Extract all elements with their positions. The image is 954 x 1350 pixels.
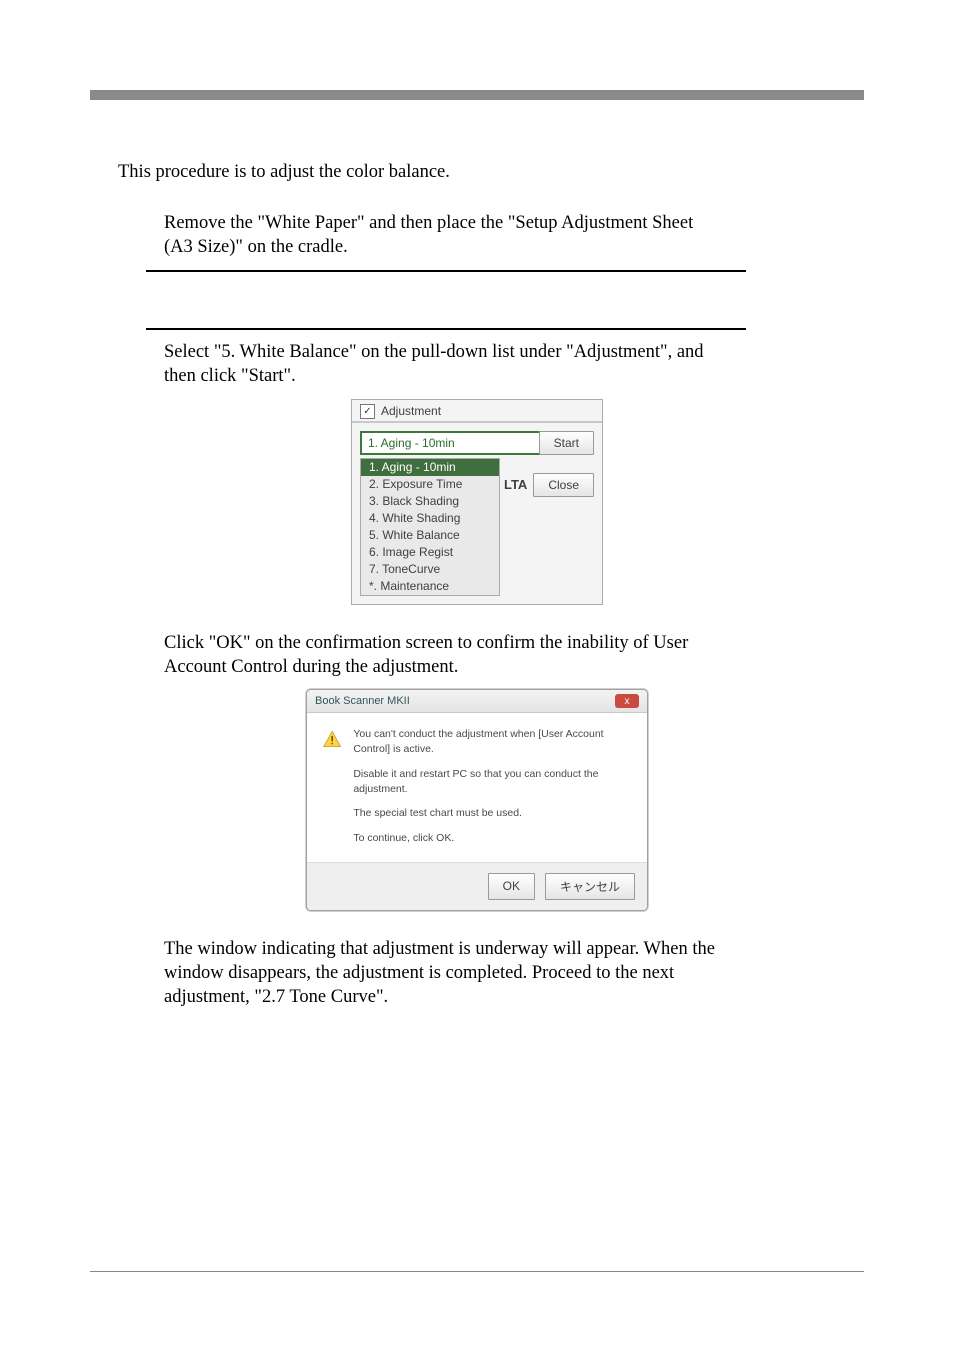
adjustment-panel-title: Adjustment [381, 404, 441, 418]
dropdown-option[interactable]: 2. Exposure Time [361, 476, 499, 493]
ok-button[interactable]: OK [488, 873, 535, 900]
dropdown-option[interactable]: 4. White Shading [361, 510, 499, 527]
divider [146, 270, 746, 272]
adjustment-dropdown-value: 1. Aging - 10min [368, 436, 455, 450]
close-icon[interactable]: x [615, 694, 639, 708]
start-button[interactable]: Start [539, 431, 594, 455]
dropdown-option[interactable]: 5. White Balance [361, 527, 499, 544]
adjustment-dropdown-list: 1. Aging - 10min 2. Exposure Time 3. Bla… [360, 458, 500, 596]
dialog-line: To continue, click OK. [353, 831, 631, 846]
step-1: Remove the "White Paper" and then place … [164, 211, 724, 260]
dropdown-option[interactable]: 7. ToneCurve [361, 561, 499, 578]
dropdown-option[interactable]: 3. Black Shading [361, 493, 499, 510]
lta-label: LTA [504, 477, 527, 492]
step-2: Select "5. White Balance" on the pull-do… [164, 340, 724, 389]
adjustment-checkbox[interactable]: ✓ [360, 404, 375, 419]
step-3: Click "OK" on the confirmation screen to… [164, 631, 724, 680]
dialog-line: You can't conduct the adjustment when [U… [353, 727, 631, 756]
dialog-message: You can't conduct the adjustment when [U… [353, 727, 631, 855]
dialog-title: Book Scanner MKII [315, 695, 410, 707]
close-button[interactable]: Close [533, 473, 594, 497]
step-4: The window indicating that adjustment is… [164, 937, 724, 1010]
cancel-button[interactable]: キャンセル [545, 873, 635, 900]
adjustment-panel: ✓ Adjustment 1. Aging - 10min ▾ Start LT… [351, 399, 603, 605]
dropdown-option[interactable]: 6. Image Regist [361, 544, 499, 561]
intro-text: This procedure is to adjust the color ba… [118, 162, 864, 183]
dialog-line: The special test chart must be used. [353, 806, 631, 821]
header-rule [90, 90, 864, 100]
dialog-line: Disable it and restart PC so that you ca… [353, 767, 631, 796]
warning-icon [323, 729, 341, 749]
divider [146, 328, 746, 330]
dropdown-option[interactable]: *. Maintenance [361, 578, 499, 595]
dropdown-option[interactable]: 1. Aging - 10min [361, 459, 499, 476]
confirmation-dialog: Book Scanner MKII x You can't conduct th… [306, 689, 648, 910]
footer-rule [90, 1271, 864, 1272]
